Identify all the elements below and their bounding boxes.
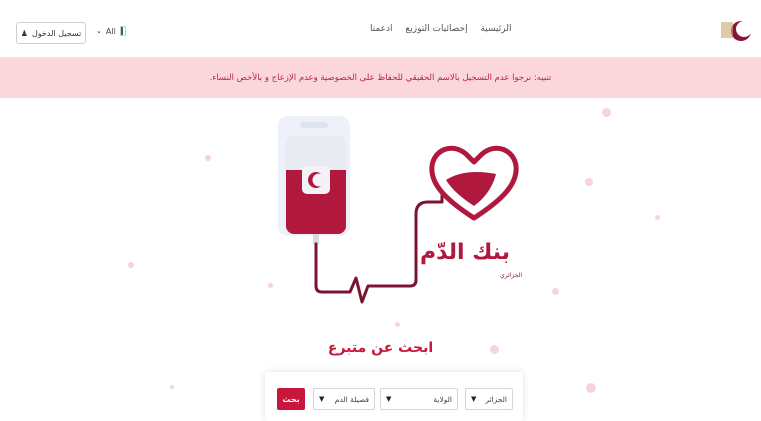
brand-subtitle: الجزائري	[500, 272, 523, 279]
user-icon: ♟	[20, 28, 28, 38]
wilaya-select[interactable]: الولاية ▼	[380, 388, 458, 410]
language-select[interactable]: ⌄ All	[96, 26, 126, 36]
blood-bank-illustration	[270, 110, 530, 310]
decorative-dot	[585, 178, 593, 186]
nav-link-support[interactable]: ادعمنا	[370, 24, 393, 34]
decorative-dot	[395, 322, 400, 327]
chevron-down-icon: ⌄	[96, 27, 102, 35]
warning-banner: تنبيه: نرجوا عدم التسجيل بالاسم الحقيقي …	[0, 58, 761, 98]
heart-icon	[429, 145, 519, 221]
decorative-dot	[205, 155, 211, 161]
decorative-dot	[586, 383, 596, 393]
blood-type-select-value: فصيلة الدم	[334, 394, 369, 404]
flag-icon	[119, 26, 126, 36]
blood-type-select[interactable]: فصيلة الدم ▼	[313, 388, 375, 410]
search-title: ابحث عن متبرع	[327, 340, 434, 356]
nav-link-home[interactable]: الرئيسية	[480, 24, 511, 34]
wilaya-select-value: الولاية	[433, 394, 452, 404]
login-label: تسجيل الدخول	[31, 28, 82, 38]
logo-icon[interactable]	[719, 14, 753, 48]
decorative-dot	[602, 108, 611, 117]
chevron-down-icon: ▼	[471, 395, 477, 403]
login-button[interactable]: تسجيل الدخول ♟	[16, 22, 86, 44]
decorative-dot	[128, 262, 134, 268]
chevron-down-icon: ▼	[319, 395, 325, 403]
chevron-down-icon: ▼	[386, 395, 392, 403]
nav-links: الرئيسية إحصائيات التوزيع ادعمنا	[360, 24, 511, 34]
search-button[interactable]: بحث	[277, 388, 305, 410]
top-navbar: الرئيسية إحصائيات التوزيع ادعمنا ⌄ All ت…	[0, 0, 761, 58]
warning-text: تنبيه: نرجوا عدم التسجيل بالاسم الحقيقي …	[209, 73, 552, 83]
blood-bag-icon	[278, 116, 519, 304]
nav-link-statistics[interactable]: إحصائيات التوزيع	[405, 24, 467, 34]
country-select[interactable]: الجزائر ▼	[465, 388, 513, 410]
decorative-dot	[552, 288, 559, 295]
decorative-dot	[170, 385, 174, 389]
country-select-value: الجزائر	[485, 394, 507, 404]
language-label: All	[105, 26, 116, 36]
decorative-dot	[655, 215, 660, 220]
search-panel: الجزائر ▼ الولاية ▼ فصيلة الدم ▼ بحث	[265, 372, 523, 421]
brand-title: بنك الدّم	[419, 240, 510, 265]
